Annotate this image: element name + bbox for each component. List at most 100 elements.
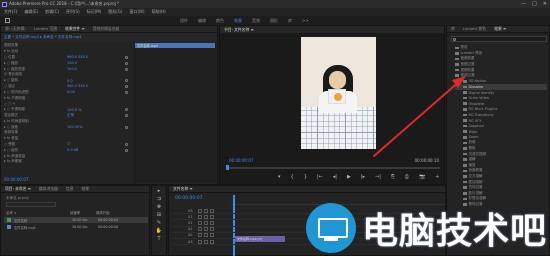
add-marker-button[interactable]: ▾ xyxy=(278,174,281,180)
mute-track-icon[interactable] xyxy=(210,208,214,213)
type-tool[interactable]: T xyxy=(156,236,163,242)
tab-media-browser[interactable]: 媒体浏览器 xyxy=(39,186,58,192)
mute-track-icon[interactable] xyxy=(210,214,214,219)
lift-button[interactable]: ⎘ xyxy=(391,174,395,180)
video-frame[interactable] xyxy=(301,37,376,149)
button-editor-button[interactable]: + xyxy=(435,174,439,180)
workspace-tab-editing[interactable]: 编辑 xyxy=(198,18,206,24)
tab-audio-clip-mixer[interactable]: 音频剪辑混合器 xyxy=(93,26,120,32)
menu-clip[interactable]: 剪辑(C) xyxy=(45,9,59,15)
effect-property-value[interactable]: ☐ xyxy=(67,142,70,146)
reset-parameter-icon[interactable] xyxy=(125,142,128,146)
mark-out-button[interactable]: } xyxy=(304,174,307,180)
toggle-output-icon[interactable] xyxy=(204,208,208,213)
program-monitor-tab[interactable]: 节目: 文件名称 ≡ xyxy=(220,26,444,33)
tab-effects[interactable]: 效果 ≡ xyxy=(494,26,506,32)
mark-in-button[interactable]: { xyxy=(291,174,294,180)
menu-sequence[interactable]: 序列(S) xyxy=(66,9,80,15)
project-item-row[interactable]: 文件名称 30.00 fps 00:00:00:00 xyxy=(4,217,148,223)
lock-track-icon[interactable] xyxy=(198,233,202,238)
project-search-input[interactable] xyxy=(6,202,56,207)
tab-libraries[interactable]: 库 xyxy=(451,26,455,32)
mute-track-icon[interactable] xyxy=(210,227,214,232)
playhead-marker[interactable] xyxy=(226,165,229,170)
label-color-swatch[interactable] xyxy=(7,225,11,229)
workspace-overflow-button[interactable]: >> xyxy=(302,18,309,24)
reset-parameter-icon[interactable] xyxy=(125,108,128,112)
lock-track-icon[interactable] xyxy=(198,214,202,219)
effect-controls-timecode[interactable]: 00:00:00:07 xyxy=(4,177,28,182)
workspace-tab-assembly[interactable]: 组件 xyxy=(180,18,188,24)
reset-parameter-icon[interactable] xyxy=(125,79,128,83)
tab-sequence[interactable]: 文件名称 ≡ xyxy=(173,186,193,192)
extract-button[interactable]: ⎙ xyxy=(405,174,409,180)
effect-property-value[interactable]: 100.0 % xyxy=(67,108,81,112)
effect-property-row[interactable]: ▸ fx 声像器 xyxy=(4,159,132,165)
go-to-in-button[interactable]: |← xyxy=(317,174,323,180)
lock-track-icon[interactable] xyxy=(198,239,202,244)
reset-parameter-icon[interactable] xyxy=(125,125,128,129)
effect-property-value[interactable]: 0.0 dB xyxy=(67,148,78,152)
mute-track-icon[interactable] xyxy=(210,220,214,225)
effect-property-value[interactable]: 100.0 xyxy=(67,67,77,71)
tab-lumetri-color[interactable]: Lumetri 颜色 xyxy=(463,26,486,32)
effect-property-value[interactable]: 0.00 xyxy=(67,90,75,94)
effect-controls-clip-header[interactable]: 主要 * 文件名称.mp4 ▸ 未命名 * 文件名称.mp4 xyxy=(1,33,217,42)
menu-marker[interactable]: 标记(M) xyxy=(87,9,102,15)
effect-property-value[interactable]: 960.0 540.0 xyxy=(67,84,88,88)
tab-project[interactable]: 项目: 未命名 ≡ xyxy=(5,186,31,192)
effect-property-value[interactable]: 正常 xyxy=(67,113,74,118)
reset-parameter-icon[interactable] xyxy=(125,61,128,65)
effect-property-value[interactable]: 100.0 xyxy=(67,61,77,65)
razor-tool[interactable]: ⊞ xyxy=(156,212,163,218)
menu-window[interactable]: 窗口(W) xyxy=(129,9,144,15)
mute-track-icon[interactable] xyxy=(210,239,214,244)
menu-graphics[interactable]: 图形(G) xyxy=(108,9,122,15)
workspace-tab-libraries[interactable]: 库 xyxy=(288,18,292,24)
ripple-edit-tool[interactable]: ✥ xyxy=(156,204,163,210)
reset-parameter-icon[interactable] xyxy=(125,148,128,152)
minimize-button[interactable]: — xyxy=(521,1,526,7)
program-scrub-bar[interactable] xyxy=(226,165,440,170)
lock-track-icon[interactable] xyxy=(198,220,202,225)
effect-controls-mini-timeline[interactable]: 文件名称.mp4 xyxy=(134,43,216,183)
reset-parameter-icon[interactable] xyxy=(125,55,128,59)
export-frame-button[interactable]: 📷 xyxy=(419,174,425,180)
timeline-timecode[interactable]: 00:00:00:07 xyxy=(175,196,202,201)
workspace-tab-effects[interactable]: 效果 xyxy=(234,18,242,24)
workspace-tab-graphics[interactable]: 图形 xyxy=(270,18,278,24)
maximize-button[interactable]: □ xyxy=(532,1,537,7)
workspace-tab-color[interactable]: 颜色 xyxy=(216,18,224,24)
mini-timeline-clip[interactable]: 文件名称.mp4 xyxy=(135,43,215,48)
tab-info[interactable]: 信息 xyxy=(66,186,74,192)
step-forward-button[interactable]: |▸ xyxy=(361,174,365,180)
lock-track-icon[interactable] xyxy=(198,208,202,213)
tab-source[interactable]: 源: (无剪辑) xyxy=(5,26,26,32)
play-button[interactable]: ▶ xyxy=(347,174,351,180)
lock-track-icon[interactable] xyxy=(198,227,202,232)
toggle-output-icon[interactable] xyxy=(204,220,208,225)
tab-effect-controls[interactable]: 效果控件 ≡ xyxy=(65,26,85,32)
menu-file[interactable]: 文件(F) xyxy=(4,9,17,15)
menu-help[interactable]: 帮助(H) xyxy=(152,9,166,15)
column-frame-rate[interactable]: 帧速率 xyxy=(70,210,96,215)
toggle-output-icon[interactable] xyxy=(204,227,208,232)
step-back-button[interactable]: ◂| xyxy=(333,174,337,180)
program-current-timecode[interactable]: 00:00:00:07 xyxy=(229,158,253,163)
pen-tool[interactable]: ✎ xyxy=(156,220,163,226)
go-to-out-button[interactable]: →| xyxy=(375,174,381,180)
clip-selector[interactable]: 主要 * 文件名称.mp4 ▸ 未命名 * 文件名称.mp4 xyxy=(4,35,81,40)
effect-property-value[interactable]: 960.0 540.0 xyxy=(67,55,88,59)
reset-parameter-icon[interactable] xyxy=(125,84,128,88)
menu-edit[interactable]: 编辑(E) xyxy=(24,9,38,15)
tab-effects-small[interactable]: 效果 xyxy=(81,186,89,192)
hand-tool[interactable]: ✋ xyxy=(156,228,163,234)
reset-parameter-icon[interactable] xyxy=(125,67,128,71)
close-button[interactable]: ✕ xyxy=(543,1,547,7)
toggle-output-icon[interactable] xyxy=(204,239,208,244)
home-icon[interactable] xyxy=(5,18,10,23)
effects-search-input[interactable] xyxy=(451,36,547,42)
reset-parameter-icon[interactable] xyxy=(125,113,128,117)
column-name[interactable]: 名称 ∧ xyxy=(6,210,70,215)
toggle-output-icon[interactable] xyxy=(204,233,208,238)
